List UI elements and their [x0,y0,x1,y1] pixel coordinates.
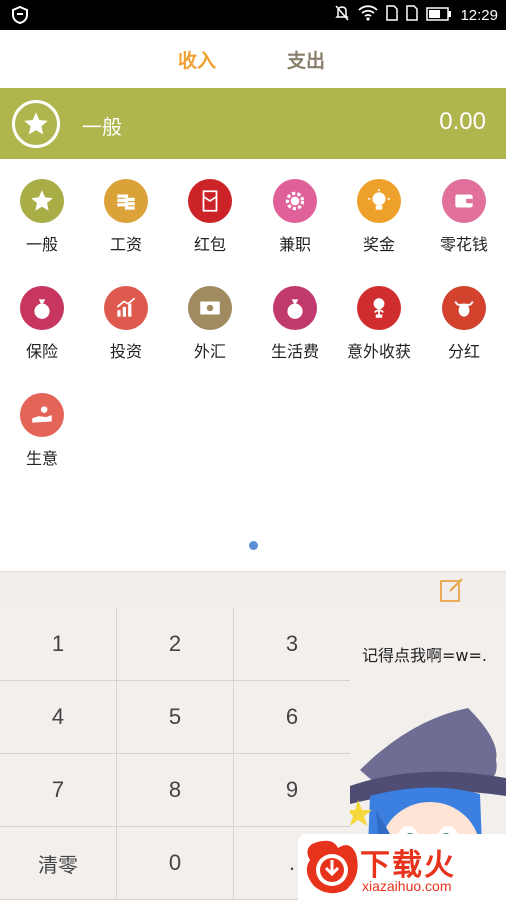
category-item[interactable]: 保险 [0,266,84,361]
category-label: 投资 [109,342,142,361]
category-label: 分红 [447,342,480,361]
save-hint: 记得点我啊=w=. [362,646,487,665]
amount-display: 0.00 [439,108,486,135]
bull-icon [442,286,486,330]
lightbulb-dollar-icon [357,179,401,223]
digit-key-4[interactable]: 4 [0,681,117,754]
category-label: 兼职 [278,235,311,254]
tab-expense[interactable]: 支出 [287,46,325,73]
clock: 12:29 [460,6,498,24]
category-item[interactable]: 意外收获 [337,266,421,361]
digit-key-1[interactable]: 1 [0,608,117,681]
digit-key-8[interactable]: 8 [117,754,234,827]
digit-key-5[interactable]: 5 [117,681,234,754]
coins-icon [104,179,148,223]
selected-category-bar: 一般 0.00 [0,88,506,159]
bar-chart-icon [104,286,148,330]
category-label: 保险 [25,342,58,361]
tab-bar: 收入 支出 [0,30,506,88]
selected-category-name: 一般 [82,115,122,139]
digit-key-7[interactable]: 7 [0,754,117,827]
category-grid: 一般 工资 红包 兼职 奖金 零花钱保险 投资 外汇 生活费 意外收获 分红生意 [0,159,506,571]
category-item[interactable]: 工资 [84,159,168,254]
keypad-toolbar [0,571,506,608]
sim-icon [406,5,419,25]
status-bar: 12:29 [0,0,506,30]
digit-key-2[interactable]: 2 [117,608,234,681]
category-label: 一般 [25,235,58,254]
category-item[interactable]: 奖金 [337,159,421,254]
category-item[interactable]: 分红 [422,266,506,361]
clear-key[interactable]: 清零 [0,827,117,900]
category-item[interactable]: 生意 [0,373,84,468]
category-item[interactable]: 投资 [84,266,168,361]
red-envelope-icon [188,179,232,223]
digit-key-6[interactable]: 6 [234,681,351,754]
category-label: 生意 [25,449,58,468]
watermark-logo: 下载火 xiazaihuo.com [298,834,506,900]
category-item[interactable]: 红包 [168,159,252,254]
tab-income[interactable]: 收入 [178,46,216,73]
category-label: 红包 [193,235,226,254]
category-item[interactable]: 一般 [0,159,84,254]
category-item[interactable]: 生活费 [253,266,337,361]
category-label: 外汇 [193,342,226,361]
shield-icon [10,5,30,29]
watermark-url: xiazaihuo.com [362,878,452,894]
category-label: 奖金 [362,235,395,254]
battery-icon [426,6,452,25]
hand-coin-icon [20,393,64,437]
wallet-icon [442,179,486,223]
flame-logo-icon [306,840,358,894]
digit-key-0[interactable]: 0 [117,827,234,900]
banknote-icon [188,286,232,330]
category-item[interactable]: 兼职 [253,159,337,254]
digit-key-9[interactable]: 9 [234,754,351,827]
money-bag-icon [273,286,317,330]
category-item[interactable]: 外汇 [168,266,252,361]
gear-dollar-icon [273,179,317,223]
sim-icon [386,5,399,25]
wifi-icon [358,5,379,25]
money-bag-icon [20,286,64,330]
category-label: 零花钱 [439,235,488,254]
category-item[interactable]: 零花钱 [422,159,506,254]
star-icon [20,179,64,223]
category-label: 意外收获 [346,342,411,361]
category-label: 生活费 [270,342,319,361]
mute-icon [334,4,350,26]
money-plant-icon [357,286,401,330]
category-label: 工资 [109,235,142,254]
edit-note-icon[interactable] [438,576,466,608]
page-indicator-dot [249,541,258,550]
star-icon [12,100,60,148]
digit-key-3[interactable]: 3 [234,608,351,681]
